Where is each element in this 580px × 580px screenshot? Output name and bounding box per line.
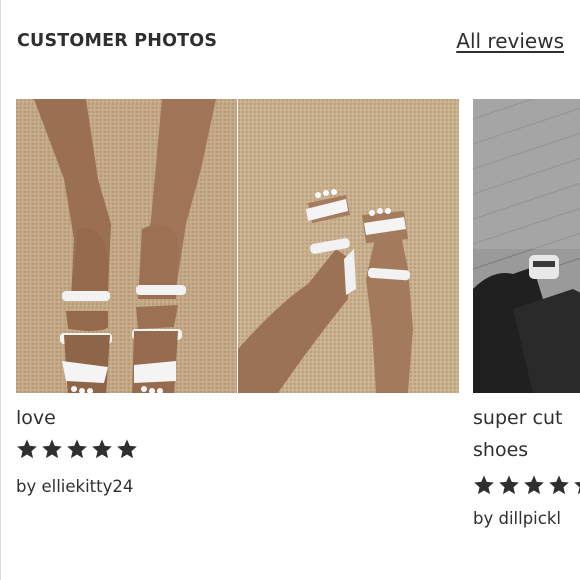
sandals-on-carpet-image (238, 99, 459, 393)
left-border (0, 0, 1, 580)
sandals-on-carpet-image (16, 99, 237, 393)
review-title-line: shoes (473, 439, 529, 461)
star-icon (524, 475, 544, 495)
review-photo[interactable] (16, 99, 237, 393)
star-icon (474, 475, 494, 495)
star-icon (574, 481, 580, 495)
star-rating (473, 474, 580, 496)
review-title: love (16, 407, 56, 429)
review-photo[interactable] (473, 99, 580, 393)
star-rating (16, 438, 138, 460)
sandals-on-floor-image (473, 99, 580, 393)
review-author: by elliekitty24 (16, 477, 134, 496)
star-icon (117, 439, 137, 459)
star-icon (499, 475, 519, 495)
all-reviews-link[interactable]: All reviews (456, 29, 564, 53)
review-author: by dillpickl (473, 509, 561, 528)
review-title-line: super cut (473, 407, 563, 429)
section-title: CUSTOMER PHOTOS (17, 31, 218, 51)
star-icon (549, 475, 569, 495)
star-icon (42, 439, 62, 459)
star-icon (92, 439, 112, 459)
star-icon (17, 439, 37, 459)
customer-photos-carousel[interactable]: 21 love by elliekitty24 (16, 99, 580, 580)
star-icon (67, 439, 87, 459)
review-photo[interactable] (238, 99, 459, 393)
